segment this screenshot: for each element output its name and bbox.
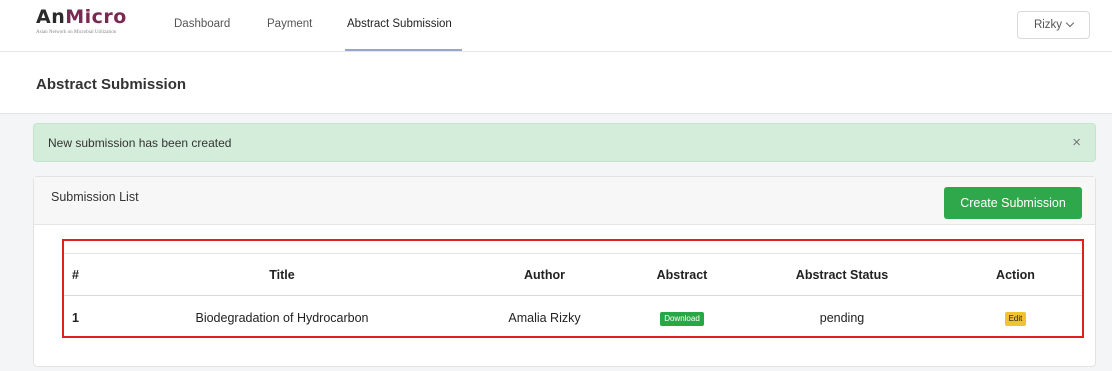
highlight-box [62, 239, 1084, 338]
chevron-down-icon [1065, 18, 1075, 28]
success-alert: New submission has been created × [33, 123, 1096, 162]
create-submission-button[interactable]: Create Submission [944, 187, 1082, 219]
close-icon[interactable]: × [1072, 135, 1081, 150]
page-header: Abstract Submission [0, 52, 1112, 114]
brand-wordmark: AnMicro [36, 6, 127, 28]
nav-item-payment[interactable]: Payment [267, 18, 312, 30]
nav-item-abstract-submission[interactable]: Abstract Submission [347, 18, 452, 30]
active-nav-indicator [345, 49, 462, 51]
card-title: Submission List [51, 190, 139, 204]
alert-message: New submission has been created [48, 136, 232, 150]
nav-item-dashboard[interactable]: Dashboard [174, 18, 230, 30]
brand-logo[interactable]: AnMicro Asian Network on Microbial Utili… [36, 6, 127, 35]
card-header: Submission List Create Submission [34, 177, 1095, 225]
brand-tagline: Asian Network on Microbial Utilization [36, 30, 117, 35]
user-menu-button[interactable]: Rizky [1017, 11, 1090, 39]
top-navbar: AnMicro Asian Network on Microbial Utili… [0, 0, 1112, 52]
page-title: Abstract Submission [36, 76, 187, 93]
user-name: Rizky [1033, 19, 1063, 31]
